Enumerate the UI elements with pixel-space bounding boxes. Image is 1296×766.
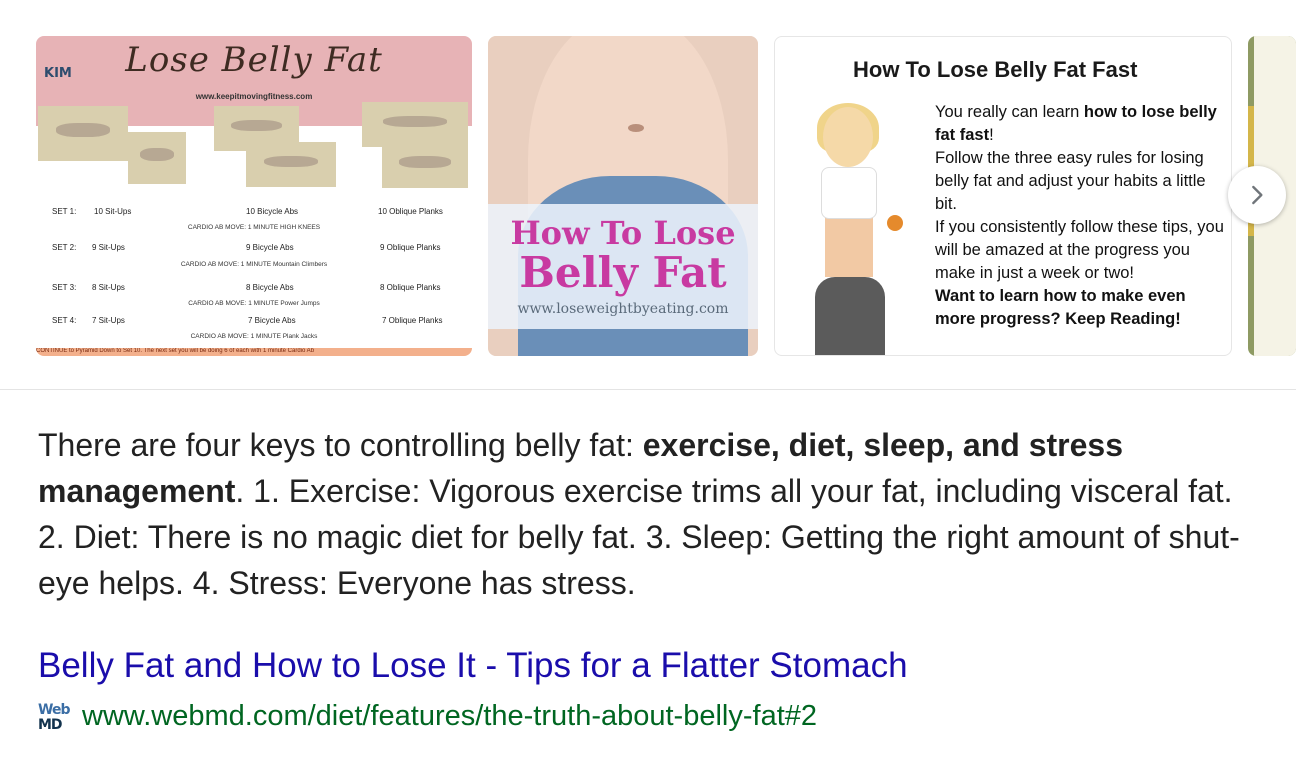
carousel-image-how-to-lose-belly-fat[interactable]: How To Lose Belly Fat www.loseweightbyea… xyxy=(488,36,758,356)
overlay-line-2: Belly Fat xyxy=(519,248,727,297)
p1-pre: You really can learn xyxy=(935,103,1084,121)
overlay-url: www.loseweightbyeating.com xyxy=(517,301,729,317)
exercise-b: 9 Bicycle Abs xyxy=(246,243,294,252)
result-title-link[interactable]: Belly Fat and How to Lose It - Tips for … xyxy=(38,646,908,686)
set-label: SET 4: xyxy=(52,316,77,325)
exercise-b: 10 Bicycle Abs xyxy=(246,207,299,216)
p1-post: ! xyxy=(989,126,994,144)
favicon-text-top: Web xyxy=(38,702,70,718)
carousel-image-belly-fat-fast[interactable]: How To Lose Belly Fat Fast You really ca… xyxy=(774,36,1232,356)
overlay-line-1: How To Lose xyxy=(510,214,736,252)
image-paragraph-4: Want to learn how to make even more prog… xyxy=(935,287,1186,328)
webmd-favicon: Web MD xyxy=(38,702,70,734)
image-paragraph-1: You really can learn how to lose belly f… xyxy=(935,101,1225,147)
exercise-c: 7 Oblique Planks xyxy=(382,316,443,325)
cardio-line: CARDIO AB MOVE: 1 MINUTE Mountain Climbe… xyxy=(180,261,328,268)
top-shape xyxy=(821,167,877,219)
exercise-photo xyxy=(38,106,128,161)
section-divider xyxy=(0,389,1296,390)
carousel-next-button[interactable] xyxy=(1228,166,1286,224)
exercise-photo xyxy=(362,102,468,147)
navel-detail xyxy=(628,124,644,132)
apple-shape xyxy=(887,215,903,231)
exercise-b: 7 Bicycle Abs xyxy=(248,316,296,325)
chevron-right-icon xyxy=(1252,185,1263,205)
image-footer-text: CONTINUE to Pyramid Down to Set 10. The … xyxy=(36,348,472,356)
cardio-line: CARDIO AB MOVE: 1 MINUTE Power Jumps xyxy=(188,300,320,307)
exercise-photo xyxy=(246,142,336,187)
exercise-c: 9 Oblique Planks xyxy=(380,243,441,252)
image-title: Lose Belly Fat xyxy=(125,40,383,80)
image-body-text: You really can learn how to lose belly f… xyxy=(935,101,1225,331)
image-paragraph-3: If you consistently follow these tips, y… xyxy=(935,218,1224,282)
exercise-c: 8 Oblique Planks xyxy=(380,283,441,292)
exercise-b: 8 Bicycle Abs xyxy=(246,283,294,292)
exercise-photo xyxy=(382,142,468,188)
result-url[interactable]: www.webmd.com/diet/features/the-truth-ab… xyxy=(82,700,817,733)
head-shape xyxy=(823,107,873,167)
exercise-c: 10 Oblique Planks xyxy=(378,207,443,216)
midriff-shape xyxy=(825,217,873,277)
exercise-a: 10 Sit-Ups xyxy=(94,207,132,216)
exercise-a: 9 Sit-Ups xyxy=(92,243,125,252)
snippet-text: There are four keys to controlling belly… xyxy=(38,422,1268,606)
exercise-photo xyxy=(128,132,186,184)
set-label: SET 1: xyxy=(52,207,77,216)
cardio-line: CARDIO AB MOVE: 1 MINUTE HIGH KNEES xyxy=(187,224,321,231)
cardio-line: CARDIO AB MOVE: 1 MINUTE Plank Jacks xyxy=(190,333,318,340)
pants-shape xyxy=(815,277,885,355)
snippet-text-pre: There are four keys to controlling belly… xyxy=(38,427,643,463)
favicon-text-bottom: MD xyxy=(38,717,63,733)
exercise-a: 7 Sit-Ups xyxy=(92,316,125,325)
woman-photo xyxy=(793,103,903,355)
set-label: SET 3: xyxy=(52,283,77,292)
set-label: SET 2: xyxy=(52,243,77,252)
image-url-text: www.keepitmovingfitness.com xyxy=(195,92,313,101)
image-paragraph-2: Follow the three easy rules for losing b… xyxy=(935,149,1206,213)
image-heading: How To Lose Belly Fat Fast xyxy=(853,57,1138,82)
image-carousel: Lose Belly Fat KIM www.keepitmovingfitne… xyxy=(0,0,1296,390)
featured-snippet-card: Lose Belly Fat KIM www.keepitmovingfitne… xyxy=(0,0,1296,766)
carousel-image-lose-belly-fat[interactable]: Lose Belly Fat KIM www.keepitmovingfitne… xyxy=(36,36,472,356)
exercise-a: 8 Sit-Ups xyxy=(92,283,125,292)
kim-logo: KIM xyxy=(44,66,72,81)
